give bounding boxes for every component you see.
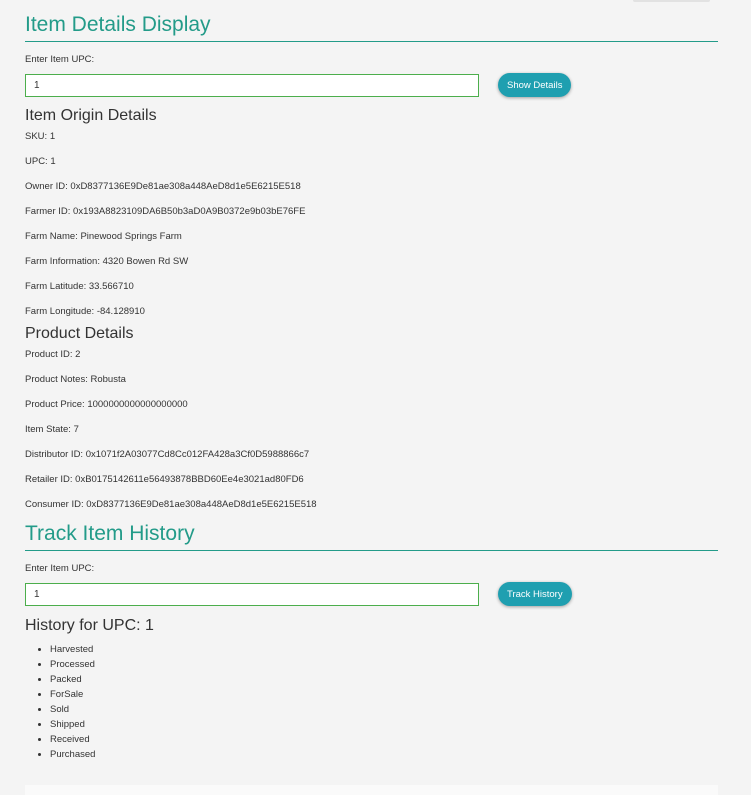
- detail-row: UPC: 1: [25, 155, 718, 168]
- detail-label: Farmer ID:: [25, 206, 71, 217]
- detail-label: Item State:: [25, 424, 71, 435]
- detail-row: Retailer ID: 0xB0175142611e56493878BBD60…: [25, 473, 718, 486]
- show-details-button[interactable]: Show Details: [498, 73, 572, 97]
- detail-value: -84.128910: [96, 306, 145, 317]
- history-item: Harvested: [50, 642, 718, 657]
- product-details-list: Product ID: 2 Product Notes: Robusta Produ…: [25, 348, 718, 511]
- item-upc-row: Show Details: [25, 73, 718, 97]
- detail-label: Product Price:: [25, 399, 85, 410]
- track-history-button[interactable]: Track History: [498, 582, 572, 606]
- main-content: Item Details Display Enter Item UPC: Sho…: [25, 0, 718, 762]
- detail-row: Farm Latitude: 33.566710: [25, 280, 718, 293]
- detail-label: Retailer ID:: [25, 474, 73, 485]
- detail-row: Farm Name: Pinewood Springs Farm: [25, 230, 718, 243]
- detail-label: Distributor ID:: [25, 449, 84, 460]
- detail-value: 0xD8377136E9De81ae308a448AeD8d1e5E6215E5…: [86, 499, 317, 510]
- history-item: Packed: [50, 672, 718, 687]
- detail-row: Product Notes: Robusta: [25, 373, 718, 386]
- history-item: Processed: [50, 657, 718, 672]
- history-item: Shipped: [50, 717, 718, 732]
- history-item: Received: [50, 732, 718, 747]
- track-upc-input[interactable]: [25, 582, 479, 606]
- detail-label: Product ID:: [25, 349, 73, 360]
- item-upc-input[interactable]: [25, 73, 479, 97]
- detail-value: 1: [49, 131, 56, 142]
- detail-row: Product Price: 1000000000000000000: [25, 398, 718, 411]
- detail-row: Distributor ID: 0x1071f2A03077Cd8Cc012FA…: [25, 448, 718, 461]
- history-item: Sold: [50, 702, 718, 717]
- detail-row: Product ID: 2: [25, 348, 718, 361]
- detail-value: 2: [75, 349, 81, 360]
- detail-value: 0x1071f2A03077Cd8Cc012FA428a3Cf0D5988866…: [85, 449, 310, 460]
- track-upc-row: Track History: [25, 582, 718, 606]
- item-details-title: Item Details Display: [25, 0, 718, 42]
- track-upc-label: Enter Item UPC:: [25, 563, 95, 574]
- detail-value: 4320 Bowen Rd SW: [102, 256, 189, 267]
- detail-value: 7: [73, 424, 79, 435]
- detail-value: 0xD8377136E9De81ae308a448AeD8d1e5E6215E5…: [70, 181, 301, 192]
- detail-value: 0xB0175142611e56493878BBD60Ee4e3021ad80F…: [75, 474, 304, 485]
- detail-row: Item State: 7: [25, 423, 718, 436]
- detail-label: UPC:: [25, 156, 48, 167]
- origin-details-list: SKU: 1 UPC: 1 Owner ID: 0xD8377136E9De81ae…: [25, 130, 718, 318]
- detail-row: SKU: 1: [25, 130, 718, 143]
- track-history-title: Track Item History: [25, 511, 718, 551]
- detail-label: Owner ID:: [25, 181, 68, 192]
- footer-panel: [25, 785, 718, 795]
- detail-label: Farm Information:: [25, 256, 100, 267]
- detail-label: SKU:: [25, 131, 48, 142]
- item-upc-label: Enter Item UPC:: [25, 54, 95, 65]
- detail-row: Farm Longitude: -84.128910: [25, 305, 718, 318]
- detail-row: Farm Information: 4320 Bowen Rd SW: [25, 255, 718, 268]
- product-details-title: Product Details: [25, 325, 134, 342]
- detail-row: Consumer ID: 0xD8377136E9De81ae308a448Ae…: [25, 498, 718, 511]
- detail-value: 1: [50, 156, 56, 167]
- detail-value: Pinewood Springs Farm: [80, 231, 182, 242]
- detail-label: Farm Latitude:: [25, 281, 87, 292]
- detail-label: Farm Name:: [25, 231, 78, 242]
- origin-details-title: Item Origin Details: [25, 107, 157, 124]
- detail-label: Farm Longitude:: [25, 306, 95, 317]
- detail-label: Consumer ID:: [25, 499, 84, 510]
- detail-value: Robusta: [90, 374, 126, 385]
- history-item: Purchased: [50, 747, 718, 762]
- detail-label: Product Notes:: [25, 374, 88, 385]
- detail-value: 33.566710: [88, 281, 134, 292]
- detail-value: 0x193A8823109DA6B50b3aD0A9B0372e9b03bE76…: [73, 206, 306, 217]
- history-item: ForSale: [50, 687, 718, 702]
- detail-value: 1000000000000000000: [87, 399, 188, 410]
- detail-row: Owner ID: 0xD8377136E9De81ae308a448AeD8d…: [25, 180, 718, 193]
- history-title: History for UPC: 1: [25, 617, 154, 634]
- history-list: HarvestedProcessedPackedForSaleSoldShipp…: [25, 642, 718, 762]
- detail-row: Farmer ID: 0x193A8823109DA6B50b3aD0A9B03…: [25, 205, 718, 218]
